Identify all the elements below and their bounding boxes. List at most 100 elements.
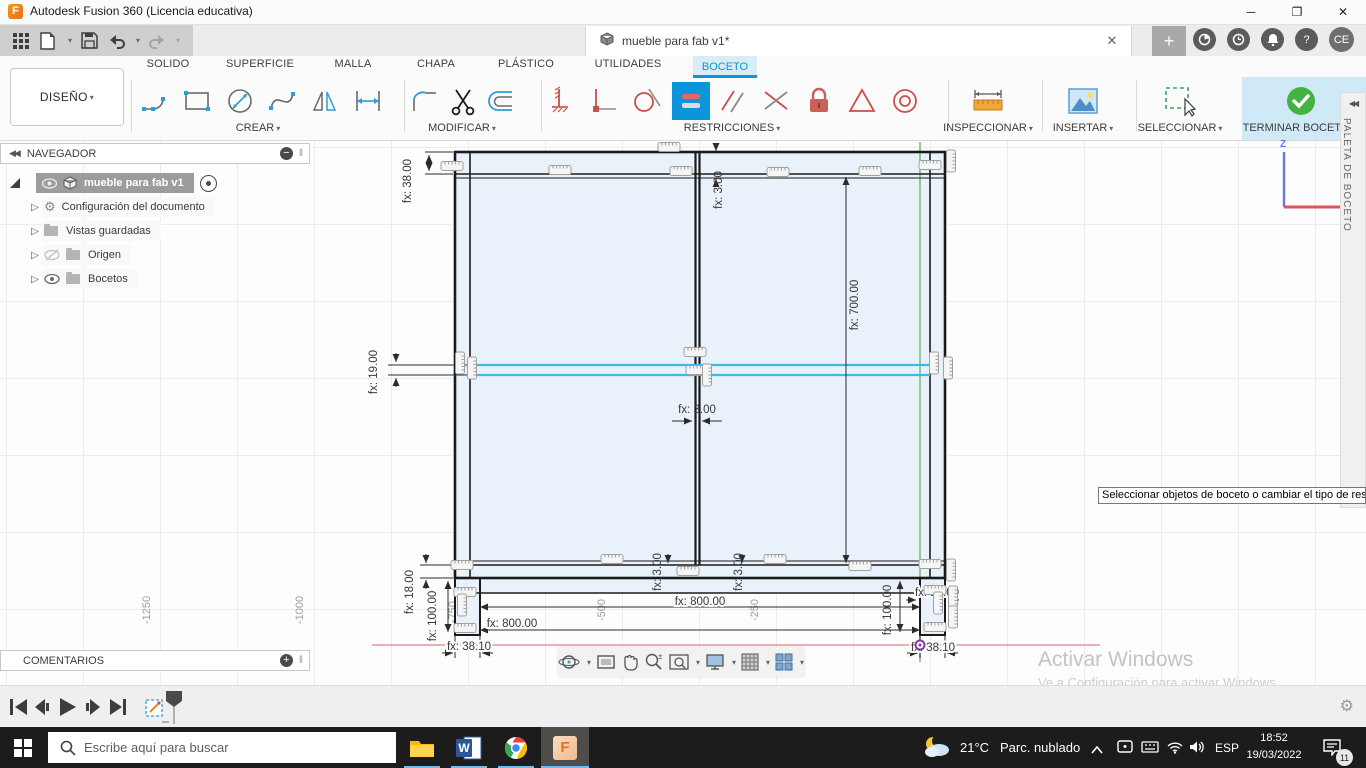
orbit-caret-icon[interactable]: ▾: [587, 658, 591, 667]
taskbar-word-icon[interactable]: W: [447, 727, 491, 768]
constraint-badge-icon[interactable]: [849, 562, 871, 571]
collapsed-triangle-icon[interactable]: ▷: [28, 250, 42, 261]
constraint-badge-icon[interactable]: [703, 364, 712, 386]
activate-windows-watermark: Activar Windows: [1038, 648, 1193, 672]
constraint-badge-icon[interactable]: [670, 167, 692, 176]
display-settings-icon[interactable]: [705, 653, 725, 671]
timeline-gear-icon[interactable]: ⚙: [1340, 696, 1354, 716]
fit-caret-icon[interactable]: ▾: [696, 658, 700, 667]
timeline-bar: ⚙: [0, 685, 1366, 728]
constraint-badge-icon[interactable]: [767, 168, 789, 177]
grid-caret-icon[interactable]: ▾: [766, 658, 770, 667]
collapsed-triangle-icon[interactable]: ▷: [28, 202, 42, 213]
input-language[interactable]: ESP: [1215, 741, 1239, 755]
tree-item-saved-views[interactable]: ▷ Vistas guardadas: [0, 219, 310, 243]
eye-off-icon[interactable]: [44, 249, 60, 261]
weather-temp[interactable]: 21°C: [960, 740, 989, 755]
collapsed-triangle-icon[interactable]: ▷: [28, 226, 42, 237]
taskbar-chrome-icon[interactable]: [494, 727, 538, 768]
tray-volume-icon[interactable]: [1189, 740, 1207, 759]
constraint-badge-icon[interactable]: [677, 567, 699, 576]
navigator-minus-icon[interactable]: −: [280, 147, 293, 160]
go-to-start-icon: [10, 699, 27, 715]
eye-icon[interactable]: [44, 273, 60, 285]
palette-expand-arrows-icon[interactable]: ◀◀: [1341, 99, 1365, 108]
eye-icon[interactable]: [42, 178, 57, 189]
tray-keyboard-icon[interactable]: [1141, 740, 1159, 759]
dimension-label: fx: 3.00: [713, 171, 725, 209]
constraint-badge-icon[interactable]: [451, 561, 473, 570]
constraint-badge-icon[interactable]: [947, 150, 956, 172]
viewports-icon[interactable]: [775, 653, 793, 671]
timeline-playback-controls[interactable]: [8, 694, 138, 720]
constraint-badge-icon[interactable]: [549, 166, 571, 175]
sketch-palette-collapsed[interactable]: ◀◀ PALETA DE BOCETO: [1340, 92, 1366, 508]
tray-display-icon[interactable]: [1117, 740, 1133, 759]
navigator-title: NAVEGADOR: [27, 148, 96, 160]
navigator-grip-icon[interactable]: ‖: [299, 148, 303, 159]
constraint-badge-icon[interactable]: [764, 555, 786, 564]
constraint-badge-icon[interactable]: [919, 560, 941, 569]
constraint-badge-icon[interactable]: [949, 586, 958, 608]
tree-item-label: Configuración del documento: [62, 201, 205, 213]
dimension-label: fx: 3.00: [652, 553, 664, 591]
tree-item-label: Origen: [88, 249, 121, 261]
expand-triangle-icon[interactable]: [8, 176, 22, 190]
constraint-badge-icon[interactable]: [468, 357, 477, 379]
tree-item-doc-settings[interactable]: ▷ ⚙ Configuración del documento: [0, 195, 310, 219]
svg-text:-1250: -1250: [141, 596, 153, 624]
palette-title: PALETA DE BOCETO: [1341, 118, 1352, 232]
timeline-feature-marker[interactable]: [142, 688, 192, 726]
navigator-header[interactable]: ◀◀ NAVEGADOR − ‖: [0, 143, 310, 164]
tree-item-origin[interactable]: ▷ Origen: [0, 243, 310, 267]
tree-root-row[interactable]: mueble para fab v1: [0, 171, 310, 195]
constraint-badge-icon[interactable]: [930, 352, 939, 374]
constraint-badge-icon[interactable]: [684, 348, 706, 357]
clock-time: 18:52: [1238, 730, 1310, 747]
dimension-label: fx: 100.00: [427, 591, 439, 642]
svg-text:-500: -500: [596, 599, 608, 621]
comments-plus-icon[interactable]: +: [280, 654, 293, 667]
constraint-badge-icon[interactable]: [458, 594, 467, 616]
grid-settings-icon[interactable]: [741, 653, 759, 671]
constraint-badge-icon[interactable]: [454, 624, 476, 633]
orbit-icon[interactable]: [558, 652, 580, 672]
tray-chevron-icon[interactable]: [1090, 742, 1104, 760]
weather-desc[interactable]: Parc. nublado: [1000, 740, 1080, 755]
constraint-badge-icon[interactable]: [441, 162, 463, 171]
constraint-badge-icon[interactable]: [949, 606, 958, 628]
taskbar-explorer-icon[interactable]: [400, 727, 444, 768]
fit-icon[interactable]: [669, 653, 689, 671]
tree-item-sketches[interactable]: ▷ Bocetos: [0, 267, 310, 291]
constraint-badge-icon[interactable]: [859, 167, 881, 176]
constraint-badge-icon[interactable]: [601, 555, 623, 564]
constraint-badge-icon[interactable]: [947, 559, 956, 581]
zoom-icon[interactable]: ±: [644, 652, 664, 672]
comments-header[interactable]: COMENTARIOS + ‖: [0, 650, 310, 671]
look-at-icon[interactable]: [596, 653, 616, 671]
start-button[interactable]: [14, 739, 32, 762]
collapse-arrows-icon[interactable]: ◀◀: [9, 148, 19, 159]
origin-point[interactable]: [916, 641, 925, 650]
constraint-badge-icon[interactable]: [934, 592, 943, 614]
comments-panel: COMENTARIOS + ‖: [0, 650, 310, 671]
collapsed-triangle-icon[interactable]: ▷: [28, 274, 42, 285]
weather-icon[interactable]: [922, 735, 952, 764]
comments-grip-icon[interactable]: ‖: [299, 655, 303, 666]
constraint-badge-icon[interactable]: [944, 357, 953, 379]
search-placeholder: Escribe aquí para buscar: [84, 740, 229, 755]
pan-hand-icon[interactable]: [621, 653, 639, 671]
constraint-badge-icon[interactable]: [658, 143, 680, 152]
display-caret-icon[interactable]: ▾: [732, 658, 736, 667]
taskbar-clock[interactable]: 18:52 19/03/2022: [1238, 730, 1310, 764]
dimension-label: fx: 800.00: [675, 596, 726, 608]
tray-wifi-icon[interactable]: [1166, 740, 1184, 759]
viewports-caret-icon[interactable]: ▾: [800, 658, 804, 667]
component-cube-icon: [63, 176, 77, 190]
constraint-badge-icon[interactable]: [924, 623, 946, 632]
taskbar-search-box[interactable]: Escribe aquí para buscar: [48, 732, 396, 763]
activate-target-icon[interactable]: [200, 175, 217, 192]
constraint-badge-icon[interactable]: [919, 161, 941, 170]
taskbar-fusion-icon-active[interactable]: F: [541, 727, 589, 768]
constraint-badge-icon[interactable]: [456, 352, 465, 374]
